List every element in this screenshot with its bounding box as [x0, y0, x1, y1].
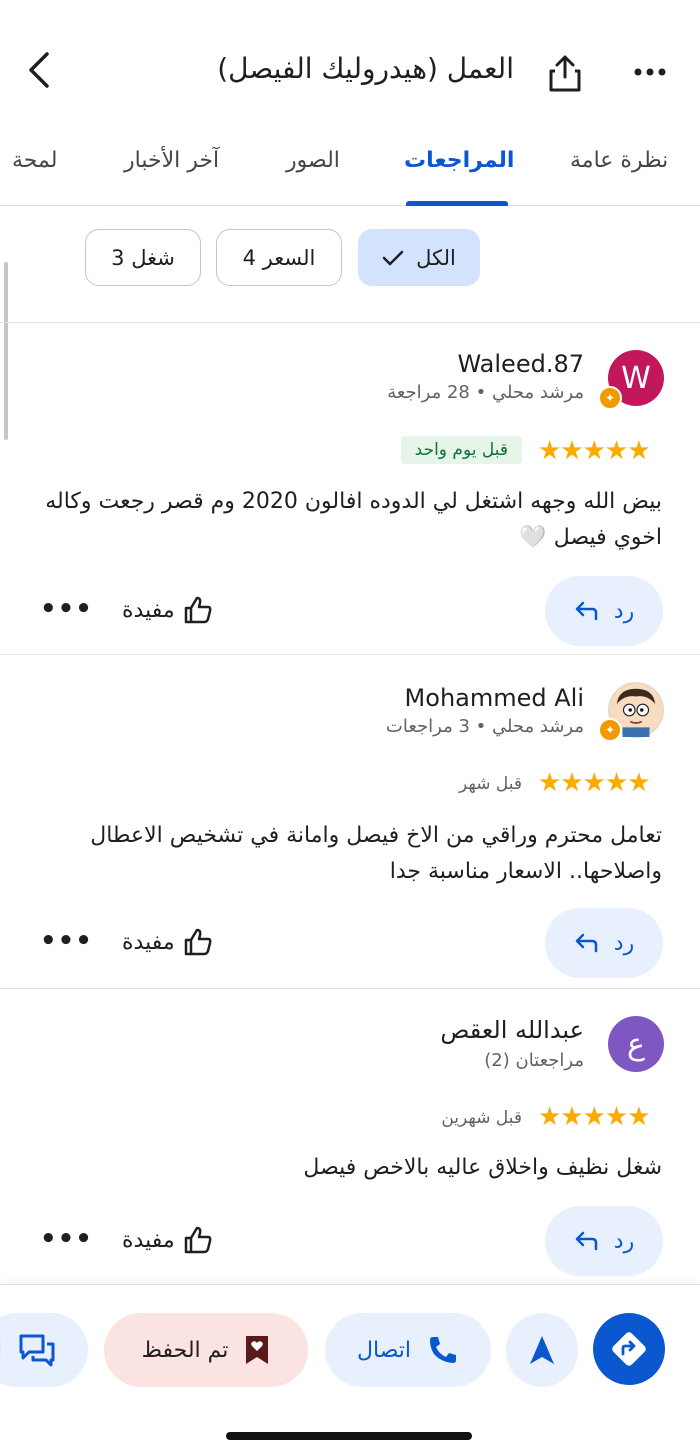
directions-icon: [612, 1332, 646, 1366]
top-app-bar: العمل (هيدروليك الفيصل): [0, 0, 700, 130]
call-label: اتصال: [357, 1337, 412, 1363]
review-card: ع عبدالله العقص مراجعتان (2) ★★★★★ قبل ش…: [0, 988, 700, 1284]
tab-reviews[interactable]: المراجعات: [404, 148, 514, 173]
home-indicator[interactable]: [226, 1432, 472, 1440]
review-card: ✦ Mohammed Ali مرشد محلي • 3 مراجعات ★★★…: [0, 654, 700, 988]
reviewer-name[interactable]: Mohammed Ali: [405, 684, 584, 712]
reviewer-meta: مرشد محلي • 3 مراجعات: [385, 716, 584, 737]
reviewer-meta: مرشد محلي • 28 مراجعة: [387, 382, 584, 403]
helpful-label: مفيدة: [122, 597, 175, 623]
saved-button[interactable]: تم الحفظ: [104, 1313, 308, 1387]
reply-button[interactable]: رد: [545, 908, 663, 978]
reviewer-name[interactable]: عبدالله العقص: [440, 1016, 584, 1044]
review-date: قبل شهرين: [441, 1108, 522, 1128]
page-title: العمل (هيدروليك الفيصل): [217, 52, 514, 85]
reply-button[interactable]: رد: [545, 1206, 663, 1276]
reply-label: رد: [613, 930, 635, 956]
message-button[interactable]: ال: [0, 1313, 88, 1387]
review-text: بيض الله وجهه اشتغل لي الدوده افالون 202…: [45, 489, 662, 550]
phone-icon: [430, 1337, 457, 1363]
review-date: قبل شهر: [459, 774, 522, 794]
filter-chip-work[interactable]: شغل 3: [85, 229, 201, 286]
review-more-button[interactable]: •••: [40, 594, 93, 624]
filter-chip-label: السعر 4: [242, 245, 316, 270]
local-guide-badge-icon: ✦: [598, 718, 622, 742]
review-more-button[interactable]: •••: [40, 926, 93, 956]
thumbs-up-icon: [184, 928, 212, 956]
local-guide-badge-icon: ✦: [598, 386, 622, 410]
back-arrow-icon: [29, 52, 49, 88]
reply-button[interactable]: رد: [545, 576, 663, 646]
review-date: قبل يوم واحد: [400, 436, 522, 464]
reply-label: رد: [613, 598, 635, 624]
star-rating: ★★★★★: [538, 1102, 651, 1132]
review-text: تعامل محترم وراقي من الاخ فيصل وامانة في…: [90, 823, 662, 884]
star-rating: ★★★★★: [538, 436, 651, 466]
more-icon: [634, 68, 666, 76]
helpful-button[interactable]: مفيدة: [122, 928, 213, 956]
helpful-label: مفيدة: [122, 929, 175, 955]
filter-chip-price[interactable]: السعر 4: [216, 229, 342, 286]
tab-updates[interactable]: آخر الأخبار: [124, 148, 219, 173]
tab-overview[interactable]: نظرة عامة: [570, 148, 668, 173]
share-button[interactable]: [540, 48, 590, 98]
check-icon: [382, 250, 404, 265]
review-text: شغل نظيف واخلاق عاليه بالاخص فيصل: [303, 1155, 662, 1180]
thumbs-up-icon: [184, 1226, 212, 1254]
reviewer-meta: مراجعتان (2): [484, 1050, 584, 1071]
reply-arrow-icon: [575, 601, 598, 621]
back-button[interactable]: [18, 48, 62, 92]
helpful-button[interactable]: مفيدة: [122, 596, 213, 624]
navigate-icon: [530, 1336, 554, 1364]
filter-chip-label: شغل 3: [111, 245, 175, 270]
share-icon: [549, 55, 581, 92]
more-options-button[interactable]: [628, 52, 672, 92]
reply-arrow-icon: [575, 1231, 598, 1251]
tab-about[interactable]: لمحة: [12, 148, 57, 173]
reviewer-name[interactable]: Waleed.87: [457, 350, 584, 378]
avatar[interactable]: ع: [608, 1016, 664, 1072]
star-rating: ★★★★★: [538, 768, 651, 798]
saved-label: تم الحفظ: [141, 1337, 229, 1363]
thumbs-up-icon: [184, 596, 212, 624]
tab-bar: نظرة عامة المراجعات الصور آخر الأخبار لم…: [0, 130, 700, 206]
call-button[interactable]: اتصال: [325, 1313, 491, 1387]
start-navigation-button[interactable]: [506, 1313, 578, 1387]
helpful-button[interactable]: مفيدة: [122, 1226, 213, 1254]
filter-chip-all[interactable]: الكل: [358, 229, 480, 286]
reply-label: رد: [613, 1228, 635, 1254]
directions-button[interactable]: [593, 1313, 665, 1385]
message-label: ال: [0, 1338, 2, 1363]
review-card: W ✦ Waleed.87 مرشد محلي • 28 مراجعة ★★★★…: [0, 322, 700, 654]
reply-arrow-icon: [575, 933, 598, 953]
bookmark-heart-icon: [246, 1336, 269, 1364]
review-more-button[interactable]: •••: [40, 1224, 93, 1254]
filter-chip-label: الكل: [416, 245, 456, 270]
active-tab-indicator: [406, 201, 508, 206]
helpful-label: مفيدة: [122, 1227, 175, 1253]
chat-icon: [19, 1334, 55, 1367]
tab-photos[interactable]: الصور: [286, 148, 340, 173]
